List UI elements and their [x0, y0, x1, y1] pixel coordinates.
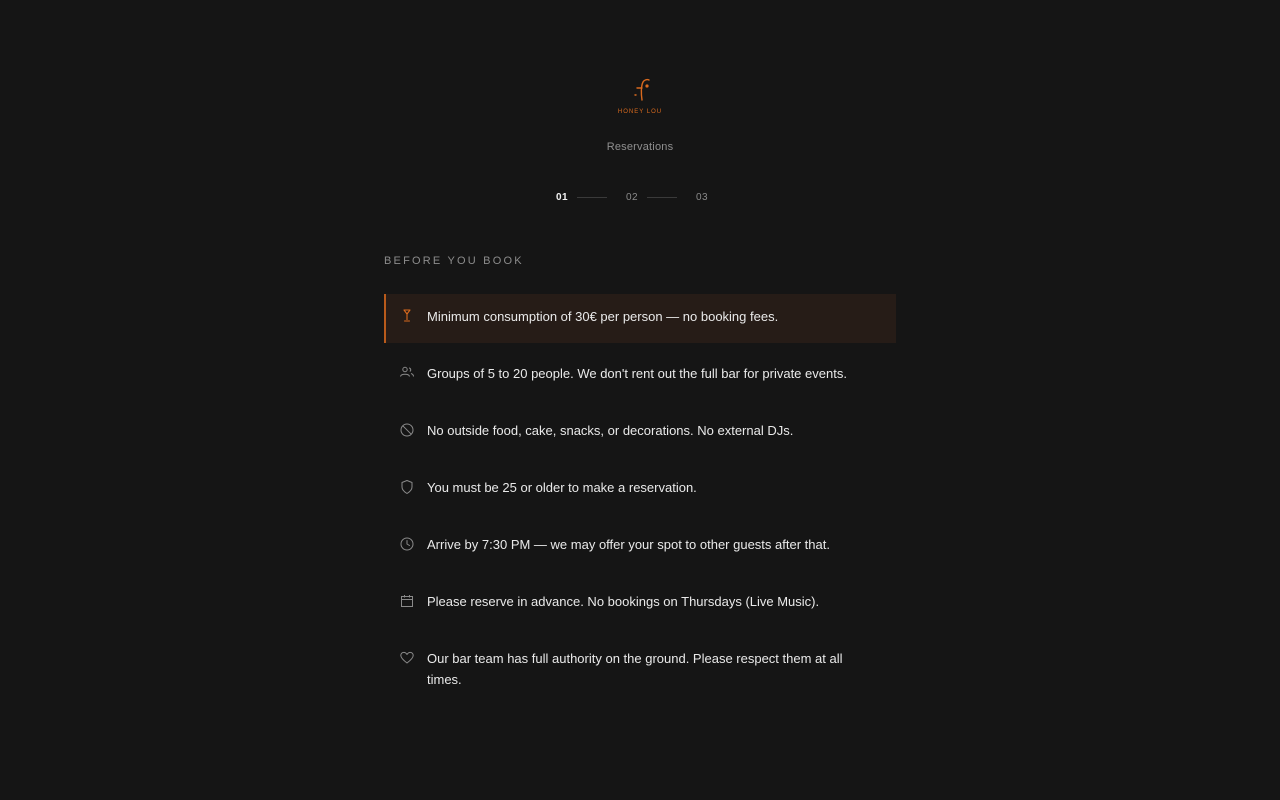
rule-text: Groups of 5 to 20 people. We don't rent … — [427, 366, 847, 381]
step-divider — [647, 196, 677, 198]
step-1[interactable]: 01 — [549, 192, 575, 203]
rule-text: Minimum consumption of 30€ per person — … — [427, 309, 779, 324]
prohibited-icon — [399, 422, 415, 438]
rule-text: Our bar team has full authority on the g… — [427, 651, 843, 687]
rule-item-no-outside-food: No outside food, cake, snacks, or decora… — [384, 408, 896, 457]
heart-icon — [399, 650, 415, 666]
step-3[interactable]: 03 — [689, 192, 715, 203]
rule-item-respect-staff: Our bar team has full authority on the g… — [384, 636, 896, 704]
honey-lou-logo-icon — [634, 78, 650, 101]
brand-logo: HONEY LOU — [615, 74, 665, 120]
rule-item-group-size: Groups of 5 to 20 people. We don't rent … — [384, 351, 896, 400]
section-title: BEFORE YOU BOOK — [384, 255, 524, 267]
logo-wordmark: HONEY LOU — [617, 109, 663, 115]
rule-text: Arrive by 7:30 PM — we may offer your sp… — [427, 537, 830, 552]
rule-text: You must be 25 or older to make a reserv… — [427, 480, 697, 495]
rules-list: Minimum consumption of 30€ per person — … — [384, 294, 896, 712]
rule-item-minimum-consumption: Minimum consumption of 30€ per person — … — [384, 294, 896, 343]
rule-item-age-limit: You must be 25 or older to make a reserv… — [384, 465, 896, 514]
cocktail-icon — [399, 308, 415, 324]
page-subtitle: Reservations — [606, 141, 674, 153]
step-2[interactable]: 02 — [619, 192, 645, 203]
rule-item-advance-booking: Please reserve in advance. No bookings o… — [384, 579, 896, 628]
rule-text: Please reserve in advance. No bookings o… — [427, 594, 820, 609]
step-indicator: 01 02 03 — [549, 190, 715, 204]
shield-icon — [399, 479, 415, 495]
calendar-icon — [399, 593, 415, 609]
rule-item-arrival-time: Arrive by 7:30 PM — we may offer your sp… — [384, 522, 896, 571]
reservation-page: HONEY LOU Reservations 01 02 03 BEFORE Y… — [0, 0, 1280, 800]
clock-icon — [399, 536, 415, 552]
step-divider — [577, 196, 607, 198]
rule-text: No outside food, cake, snacks, or decora… — [427, 423, 794, 438]
group-icon — [399, 365, 415, 381]
